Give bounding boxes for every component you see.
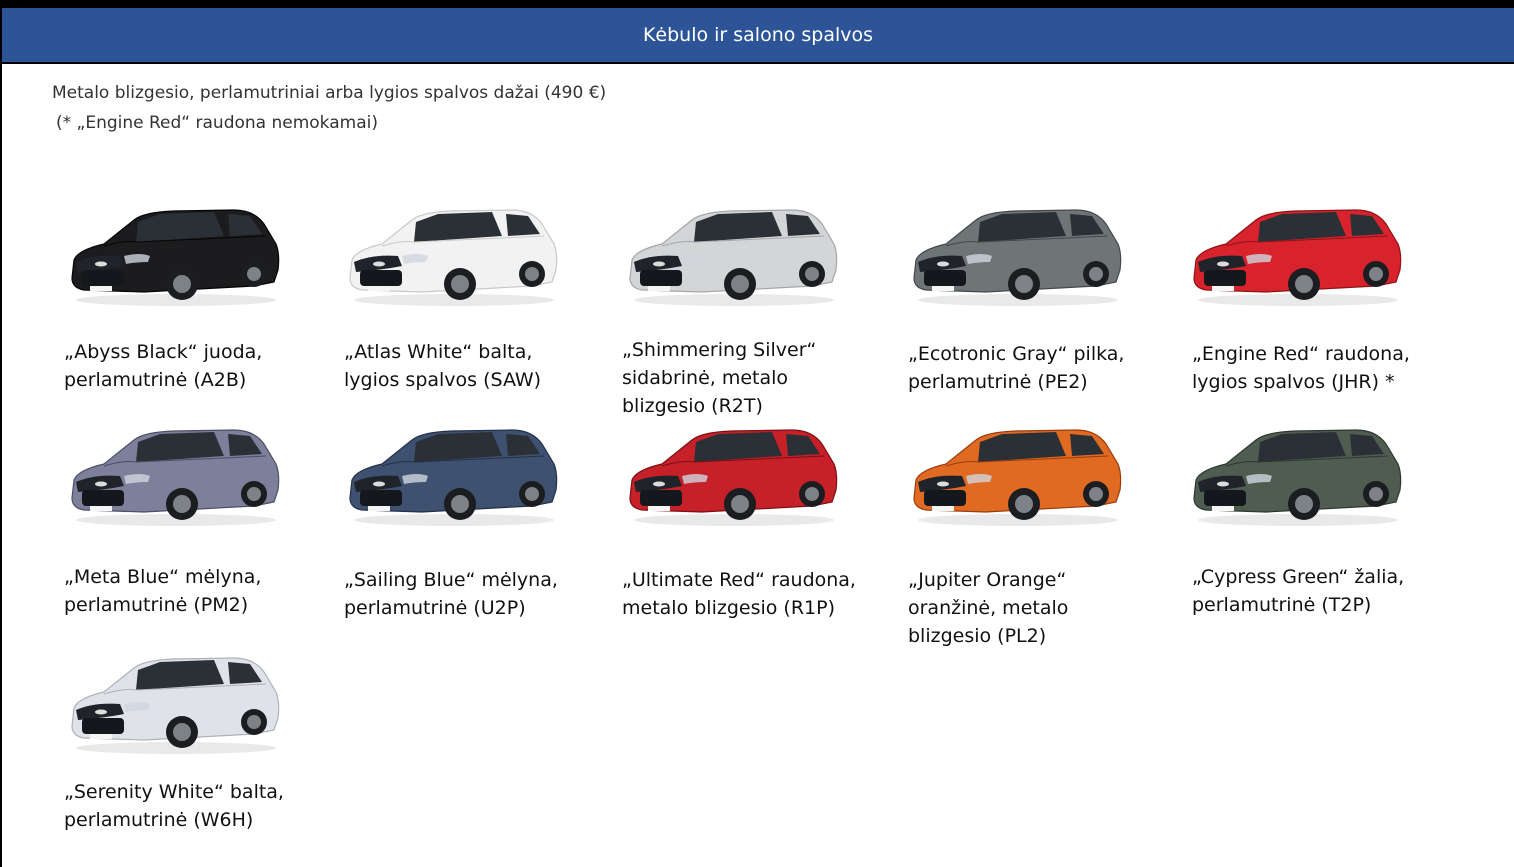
color-label-line2: lygios spalvos (SAW) [344,369,542,391]
color-label-line1: „Cypress Green“ žalia, [1192,566,1405,588]
color-label-line1: „Ultimate Red“ raudona, [622,569,856,591]
car-image-1 [64,200,284,310]
color-label-line1: „Shimmering Silver“ [622,339,817,361]
color-label-line2: perlamutrinė (T2P) [1192,594,1372,616]
car-image-3 [622,200,842,310]
color-label-9: „Jupiter Orange“ oranžinė, metalo blizgesi… [908,566,1148,650]
color-label-line2: perlamutrinė (W6H) [64,809,254,831]
color-label-line2: perlamutrinė (PM2) [64,594,249,616]
section-title: Kėbulo ir salono spalvos [642,24,874,46]
color-label-7: „Sailing Blue“ mėlyna, perlamutrinė (U2P) [344,566,584,622]
color-label-line2: metalo blizgesio (R1P) [622,597,835,619]
color-label-3: „Shimmering Silver“ sidabrinė, metalo bliz… [622,336,862,420]
car-image-6 [64,420,284,530]
color-label-6: „Meta Blue“ mėlyna, perlamutrinė (PM2) [64,563,304,619]
color-label-line2: lygios spalvos (JHR) * [1192,371,1395,393]
car-image-8 [622,420,842,530]
car-image-7 [342,420,562,530]
color-label-line3: blizgesio (R2T) [622,395,763,417]
color-label-line1: „Serenity White“ balta, [64,781,284,803]
color-label-line1: „Meta Blue“ mėlyna, [64,566,262,588]
color-label-line2: oranžinė, metalo [908,597,1069,619]
color-label-4: „Ecotronic Gray“ pilka, perlamutrinė (PE2… [908,340,1148,396]
color-label-11: „Serenity White“ balta, perlamutrinė (W6H… [64,778,304,834]
color-label-line2: perlamutrinė (PE2) [908,371,1088,393]
color-label-5: „Engine Red“ raudona, lygios spalvos (JHR… [1192,340,1432,396]
color-label-line2: perlamutrinė (A2B) [64,369,247,391]
car-image-11 [64,648,284,758]
car-image-4 [906,200,1126,310]
car-image-5 [1186,200,1406,310]
color-label-line3: blizgesio (PL2) [908,625,1047,647]
color-label-10: „Cypress Green“ žalia, perlamutrinė (T2P) [1192,563,1432,619]
section-header: Kėbulo ir salono spalvos [2,8,1514,64]
color-label-2: „Atlas White“ balta, lygios spalvos (SAW) [344,338,584,394]
color-label-line1: „Sailing Blue“ mėlyna, [344,569,558,591]
color-label-line1: „Abyss Black“ juoda, [64,341,263,363]
color-label-line2: perlamutrinė (U2P) [344,597,526,619]
color-label-line1: „Atlas White“ balta, [344,341,533,363]
car-image-2 [342,200,562,310]
page: Kėbulo ir salono spalvos Metalo blizgesi… [0,0,1514,867]
car-image-10 [1186,420,1406,530]
color-label-1: „Abyss Black“ juoda, perlamutrinė (A2B) [64,338,304,394]
intro-line-2: (* „Engine Red“ raudona nemokamai) [56,113,378,133]
color-label-line1: „Jupiter Orange“ [908,569,1067,591]
color-label-line1: „Ecotronic Gray“ pilka, [908,343,1125,365]
color-label-line1: „Engine Red“ raudona, [1192,343,1410,365]
color-label-8: „Ultimate Red“ raudona, metalo blizgesio … [622,566,862,622]
intro-line-1: Metalo blizgesio, perlamutriniai arba ly… [52,83,607,103]
car-image-9 [906,420,1126,530]
color-label-line2: sidabrinė, metalo [622,367,789,389]
intro-text: Metalo blizgesio, perlamutriniai arba ly… [52,78,606,138]
